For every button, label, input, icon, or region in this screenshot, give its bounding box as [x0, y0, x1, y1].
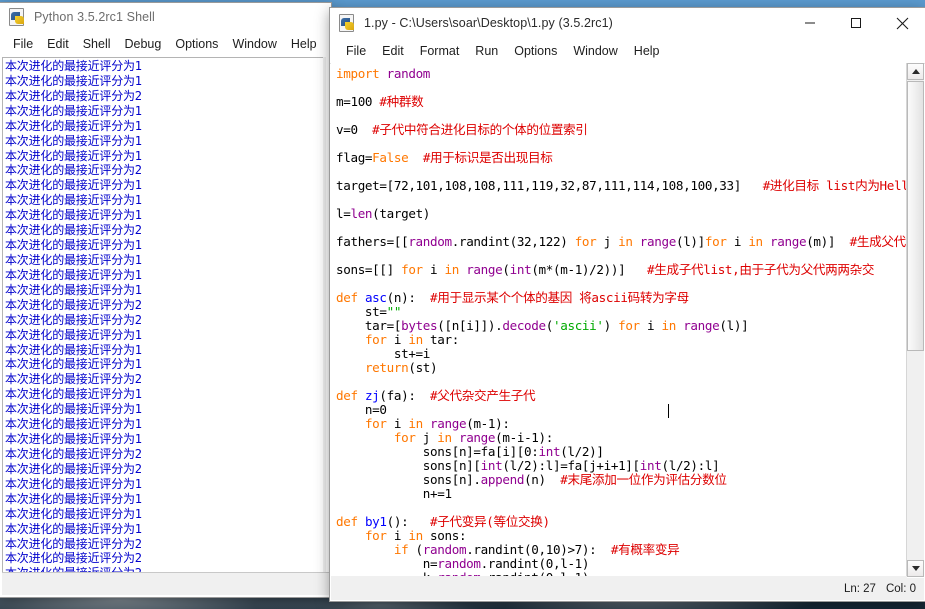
python-editor-window[interactable]: 1.py - C:\Users\soar\Desktop\1.py (3.5.2…	[330, 8, 925, 601]
editor-menu-run[interactable]: Run	[467, 42, 506, 60]
shell-menu-help[interactable]: Help	[284, 35, 324, 53]
editor-menubar[interactable]: File Edit Format Run Options Window Help	[330, 38, 925, 64]
source-code-text: import random m=100 #种群数 v=0 #子代中符合进化目标的…	[336, 66, 907, 578]
shell-status-area	[2, 572, 329, 595]
editor-menu-window[interactable]: Window	[565, 42, 625, 60]
shell-menu-shell[interactable]: Shell	[76, 35, 118, 53]
editor-title-text: 1.py - C:\Users\soar\Desktop\1.py (3.5.2…	[364, 16, 613, 30]
text-caret	[668, 404, 669, 418]
shell-menu-file[interactable]: File	[6, 35, 40, 53]
window-controls[interactable]	[787, 8, 925, 38]
python-file-icon	[339, 14, 357, 32]
python-shell-window[interactable]: Python 3.5.2rc1 Shell File Edit Shell De…	[0, 3, 331, 597]
editor-vertical-scrollbar[interactable]	[906, 63, 924, 577]
shell-vertical-scrollbar[interactable]	[323, 57, 326, 572]
shell-output-text: 本次进化的最接近评分为1 本次进化的最接近评分为1 本次进化的最接近评分为2 本…	[5, 59, 142, 574]
editor-titlebar[interactable]: 1.py - C:\Users\soar\Desktop\1.py (3.5.2…	[330, 8, 925, 38]
editor-menu-edit[interactable]: Edit	[374, 42, 412, 60]
status-line-number: Ln: 27	[843, 583, 876, 595]
shell-menubar[interactable]: File Edit Shell Debug Options Window Hel…	[0, 31, 331, 57]
python-file-icon	[9, 8, 27, 26]
maximize-icon[interactable]	[833, 8, 879, 38]
status-column-number: Col: 0	[885, 583, 916, 595]
editor-menu-options[interactable]: Options	[506, 42, 565, 60]
shell-menu-edit[interactable]: Edit	[40, 35, 76, 53]
editor-status-bar: Ln: 27 Col: 0	[331, 578, 924, 600]
shell-titlebar[interactable]: Python 3.5.2rc1 Shell	[0, 3, 331, 31]
editor-menu-format[interactable]: Format	[412, 42, 468, 60]
editor-menu-help[interactable]: Help	[626, 42, 668, 60]
shell-title-text: Python 3.5.2rc1 Shell	[34, 10, 155, 24]
scroll-down-arrow-icon[interactable]	[907, 560, 924, 577]
shell-output-area[interactable]: 本次进化的最接近评分为1 本次进化的最接近评分为1 本次进化的最接近评分为2 本…	[2, 57, 323, 574]
shell-menu-window[interactable]: Window	[225, 35, 283, 53]
close-icon[interactable]	[879, 8, 925, 38]
shell-menu-options[interactable]: Options	[168, 35, 225, 53]
scroll-up-arrow-icon[interactable]	[907, 63, 924, 80]
minimize-icon[interactable]	[787, 8, 833, 38]
editor-menu-file[interactable]: File	[338, 42, 374, 60]
shell-menu-debug[interactable]: Debug	[118, 35, 169, 53]
code-editor-area[interactable]: import random m=100 #种群数 v=0 #子代中符合进化目标的…	[331, 63, 907, 577]
scrollbar-thumb[interactable]	[907, 81, 924, 351]
